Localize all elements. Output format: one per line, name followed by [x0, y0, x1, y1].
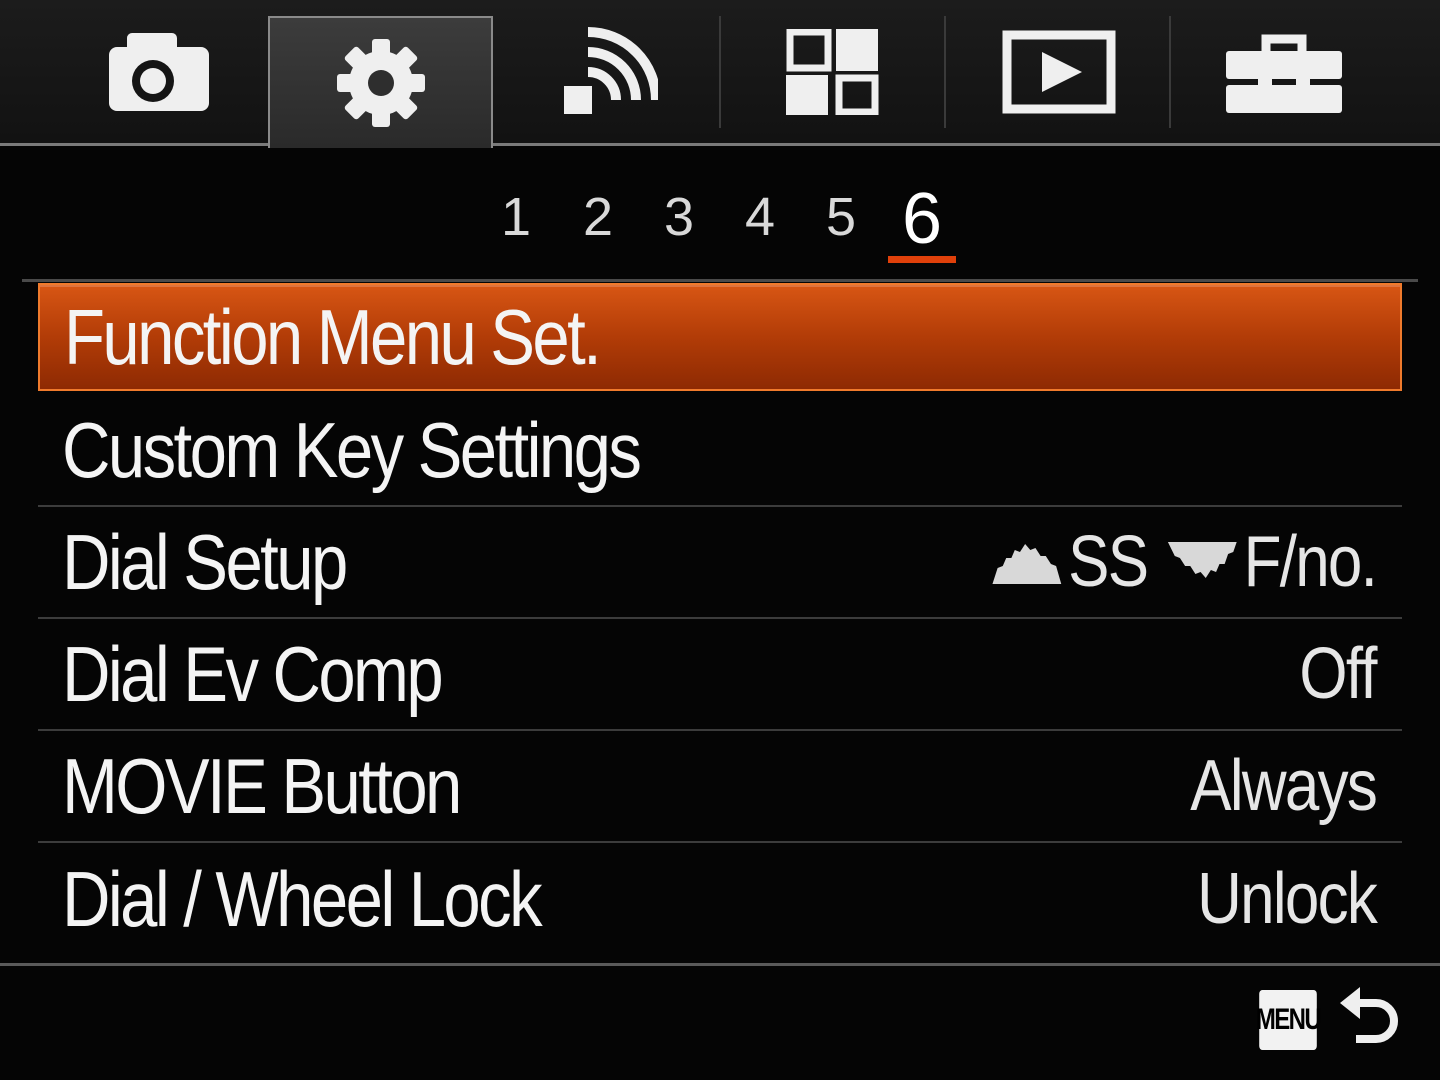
menu-item-custom-key-settings[interactable]: Custom Key Settings — [38, 395, 1402, 507]
divider — [0, 963, 1440, 966]
front-dial-icon — [992, 544, 1062, 584]
tab-camera[interactable] — [43, 0, 268, 143]
wireless-icon — [563, 26, 658, 114]
page-number-2[interactable]: 2 — [568, 186, 628, 248]
menu-item-label: Dial Ev Comp — [62, 629, 444, 718]
menu-item-dial-ev-comp[interactable]: Dial Ev Comp Off — [38, 619, 1402, 731]
tab-settings[interactable] — [268, 16, 493, 148]
active-page-underline — [888, 256, 956, 263]
front-dial-value: SS — [1068, 522, 1149, 602]
tab-wireless[interactable] — [495, 0, 720, 143]
menu-item-value: Off — [1299, 634, 1378, 714]
toolbox-icon — [1225, 34, 1342, 113]
menu-button-badge[interactable]: MENU — [1256, 990, 1322, 1050]
page-number-4[interactable]: 4 — [730, 186, 790, 248]
footer: MENU — [1252, 980, 1400, 1060]
page-number-5[interactable]: 5 — [811, 186, 871, 248]
menu-item-label: Function Menu Set. — [64, 292, 602, 381]
rear-dial-value: F/no. — [1243, 522, 1377, 602]
menu-item-movie-button[interactable]: MOVIE Button Always — [38, 731, 1402, 843]
menu-item-label: Custom Key Settings — [62, 405, 642, 494]
menu-item-value: SS F/no. — [987, 521, 1378, 603]
tab-application[interactable] — [721, 0, 946, 143]
tab-setup[interactable] — [1171, 0, 1396, 143]
menu-tab-bar — [0, 0, 1440, 148]
page-indicator: 1 2 3 4 5 6 — [0, 178, 1440, 268]
playback-icon — [1002, 30, 1115, 113]
menu-item-value: Unlock — [1197, 859, 1378, 939]
camera-icon — [108, 32, 209, 111]
menu-item-label: Dial Setup — [62, 517, 348, 606]
tab-playback[interactable] — [946, 0, 1171, 143]
return-arrow-icon[interactable] — [1340, 985, 1400, 1055]
page-number-1[interactable]: 1 — [486, 186, 546, 248]
rear-dial-icon — [1167, 542, 1237, 578]
menu-list: Function Menu Set. Custom Key Settings D… — [38, 283, 1402, 955]
menu-item-function-menu-set[interactable]: Function Menu Set. — [38, 283, 1402, 391]
application-grid-icon — [785, 28, 878, 115]
menu-item-dial-wheel-lock[interactable]: Dial / Wheel Lock Unlock — [38, 843, 1402, 955]
menu-item-label: Dial / Wheel Lock — [62, 854, 543, 943]
menu-item-value: Always — [1190, 746, 1378, 826]
page-number-6[interactable]: 6 — [892, 178, 952, 260]
menu-item-label: MOVIE Button — [62, 741, 462, 830]
divider — [22, 279, 1418, 282]
page-number-3[interactable]: 3 — [649, 186, 709, 248]
menu-item-dial-setup[interactable]: Dial Setup SS F/no. — [38, 507, 1402, 619]
gear-icon — [336, 39, 425, 127]
